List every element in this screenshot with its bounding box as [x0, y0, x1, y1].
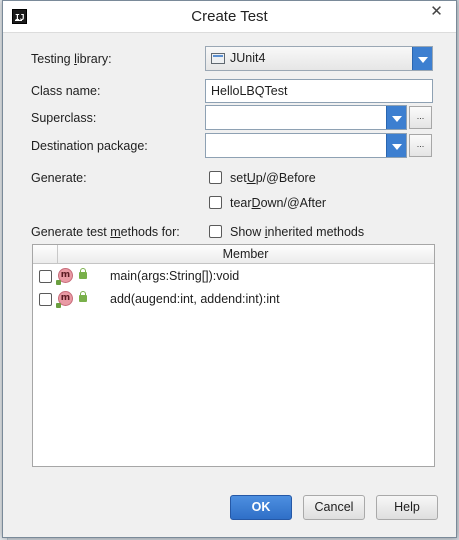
generate-methods-label: Generate test methods for:: [31, 225, 180, 239]
junit-library-icon: [211, 53, 225, 64]
method-icon: m: [56, 268, 73, 285]
row-checkbox[interactable]: [39, 293, 52, 306]
class-name-label: Class name:: [31, 84, 101, 98]
teardown-after-checkbox[interactable]: [209, 196, 222, 209]
ok-button[interactable]: OK: [230, 495, 292, 520]
testing-library-label: Testing library:: [31, 52, 112, 66]
class-name-field[interactable]: HelloLBQTest: [205, 79, 433, 103]
generate-label: Generate:: [31, 171, 87, 185]
superclass-browse-button[interactable]: ...: [409, 106, 432, 129]
chevron-down-icon[interactable]: [386, 106, 406, 129]
teardown-after-label[interactable]: tearDown/@After: [230, 196, 326, 210]
help-button[interactable]: Help: [376, 495, 438, 520]
testing-library-combobox[interactable]: JUnit4: [205, 46, 433, 71]
destination-package-browse-button[interactable]: ...: [409, 134, 432, 157]
close-icon[interactable]: ✕: [420, 2, 453, 22]
destination-package-label: Destination package:: [31, 139, 148, 153]
cancel-button[interactable]: Cancel: [303, 495, 365, 520]
method-signature: main(args:String[]):void: [110, 269, 240, 283]
dialog-title: Create Test: [191, 8, 268, 25]
methods-table[interactable]: Member m main(args:String[]):void m add(…: [32, 244, 435, 467]
setup-before-checkbox[interactable]: [209, 171, 222, 184]
superclass-label: Superclass:: [31, 111, 97, 125]
row-checkbox[interactable]: [39, 270, 52, 283]
chevron-down-icon[interactable]: [386, 134, 406, 157]
superclass-combobox[interactable]: [205, 105, 407, 130]
destination-package-combobox[interactable]: [205, 133, 407, 158]
method-icon: m: [56, 291, 73, 308]
show-inherited-label[interactable]: Show inherited methods: [230, 225, 364, 239]
create-test-dialog: IJ Create Test ✕ Testing library: JUnit4…: [2, 0, 457, 538]
method-signature: add(augend:int, addend:int):int: [110, 292, 280, 306]
table-header: Member: [33, 245, 434, 264]
title-bar[interactable]: IJ Create Test ✕: [3, 1, 456, 33]
chevron-down-icon[interactable]: [412, 47, 432, 70]
public-lock-icon: [79, 268, 87, 279]
table-row[interactable]: m main(args:String[]):void: [33, 265, 434, 289]
show-inherited-checkbox[interactable]: [209, 225, 222, 238]
testing-library-value: JUnit4: [230, 51, 266, 65]
member-column-header[interactable]: Member: [57, 247, 434, 261]
setup-before-label[interactable]: setUp/@Before: [230, 171, 316, 185]
table-row[interactable]: m add(augend:int, addend:int):int: [33, 288, 434, 312]
public-lock-icon: [79, 291, 87, 302]
